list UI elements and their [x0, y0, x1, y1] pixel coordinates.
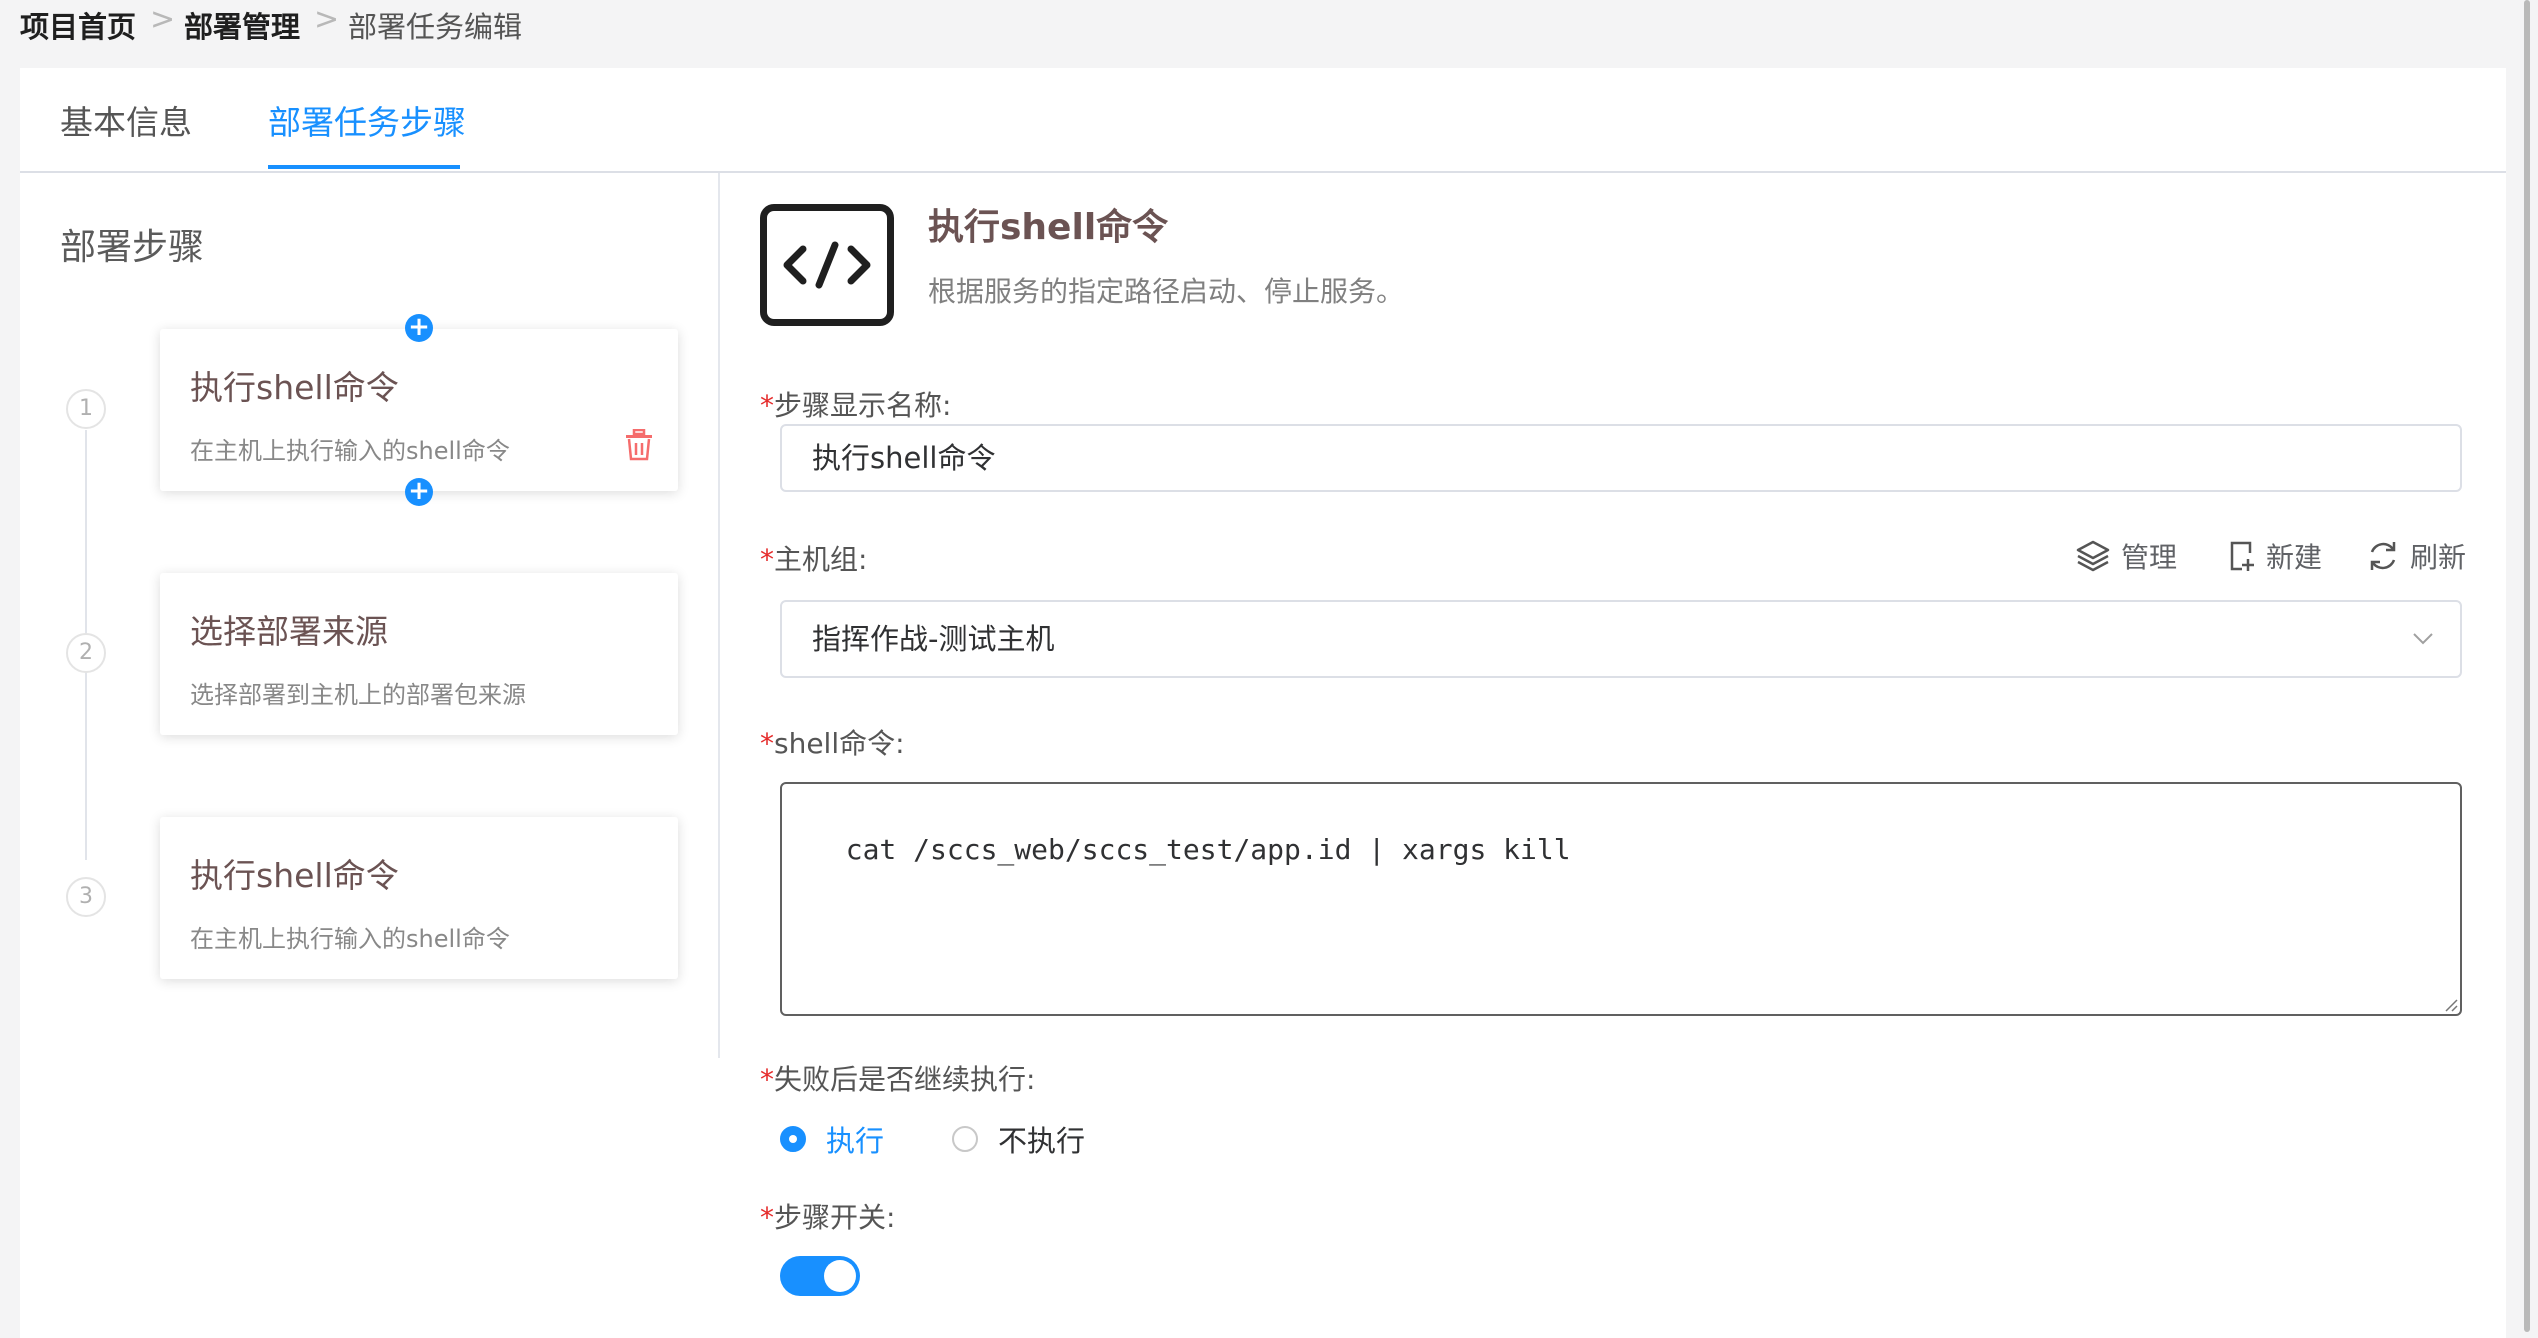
continue-on-failure-label: *失败后是否继续执行:: [760, 1063, 1036, 1096]
breadcrumb-deploy-mgmt-link[interactable]: 部署管理: [184, 4, 300, 46]
manage-label: 管理: [2121, 541, 2178, 574]
required-mark: *: [760, 1063, 774, 1096]
steps-panel-title: 部署步骤: [60, 227, 205, 268]
manage-button[interactable]: 管理: [2075, 536, 2177, 576]
add-step-below-button[interactable]: +: [405, 478, 433, 506]
shell-command-label: *shell命令:: [760, 727, 905, 760]
host-group-selected-value: 指挥作战-测试主机: [812, 622, 1055, 656]
step-title: 选择部署来源: [190, 612, 388, 651]
refresh-button[interactable]: 刷新: [2366, 536, 2466, 576]
required-mark: *: [760, 727, 774, 760]
resize-grip-icon[interactable]: [2442, 996, 2458, 1012]
new-document-icon: [2230, 541, 2254, 571]
radio-checked-icon: [780, 1126, 806, 1152]
breadcrumb-separator: >: [314, 2, 340, 37]
host-group-select[interactable]: 指挥作战-测试主机: [780, 600, 2462, 678]
detail-description: 根据服务的指定路径启动、停止服务。: [928, 275, 1405, 308]
tab-basic-info[interactable]: 基本信息: [60, 96, 192, 144]
breadcrumb-separator: >: [150, 2, 176, 37]
switch-knob: [824, 1260, 856, 1292]
active-tab-indicator: [268, 165, 460, 169]
step-number: 1: [66, 389, 106, 429]
refresh-label: 刷新: [2410, 541, 2467, 574]
shell-command-textarea[interactable]: cat /sccs_web/sccs_test/app.id | xargs k…: [780, 782, 2462, 1016]
required-mark: *: [760, 389, 774, 422]
layers-icon: [2076, 540, 2110, 572]
step-title: 执行shell命令: [190, 368, 399, 407]
required-mark: *: [760, 543, 774, 576]
breadcrumb-current: 部署任务编辑: [348, 10, 523, 44]
step-switch-toggle[interactable]: [780, 1256, 860, 1296]
step-number: 3: [66, 877, 106, 917]
detail-title: 执行shell命令: [928, 207, 1169, 248]
shell-command-text: cat /sccs_web/sccs_test/app.id | xargs k…: [845, 833, 1571, 866]
step-switch-label: *步骤开关:: [760, 1201, 896, 1234]
step-title: 执行shell命令: [190, 856, 399, 895]
step-desc: 选择部署到主机上的部署包来源: [190, 681, 526, 709]
step-number: 2: [66, 633, 106, 673]
create-label: 新建: [2266, 541, 2323, 574]
radio-label: 不执行: [998, 1124, 1086, 1158]
panel-divider: [718, 173, 720, 1058]
step-name-label: *步骤显示名称:: [760, 389, 952, 422]
required-mark: *: [760, 1201, 774, 1234]
step-name-input[interactable]: 执行shell命令: [780, 424, 2462, 492]
trash-icon[interactable]: [624, 428, 654, 465]
create-button[interactable]: 新建: [2228, 536, 2322, 576]
host-group-label: *主机组:: [760, 543, 868, 576]
step-card[interactable]: 选择部署来源 选择部署到主机上的部署包来源: [160, 573, 678, 735]
radio-execute[interactable]: 执行: [780, 1118, 884, 1160]
step-card[interactable]: 执行shell命令 在主机上执行输入的shell命令: [160, 817, 678, 979]
tab-divider: [20, 171, 2506, 173]
add-step-above-button[interactable]: +: [405, 314, 433, 342]
step-desc: 在主机上执行输入的shell命令: [190, 437, 510, 465]
radio-unchecked-icon: [952, 1126, 978, 1152]
refresh-icon: [2370, 542, 2396, 570]
step-desc: 在主机上执行输入的shell命令: [190, 925, 510, 953]
chevron-down-icon: [2413, 633, 2433, 645]
step-card-selected[interactable]: 执行shell命令 在主机上执行输入的shell命令: [160, 329, 678, 491]
code-icon: [760, 204, 894, 326]
radio-label: 执行: [826, 1124, 885, 1158]
breadcrumb-home-link[interactable]: 项目首页: [20, 4, 136, 46]
page-scrollbar[interactable]: [2524, 0, 2530, 1332]
radio-not-execute[interactable]: 不执行: [952, 1118, 1085, 1160]
tab-deploy-steps[interactable]: 部署任务步骤: [268, 96, 466, 144]
